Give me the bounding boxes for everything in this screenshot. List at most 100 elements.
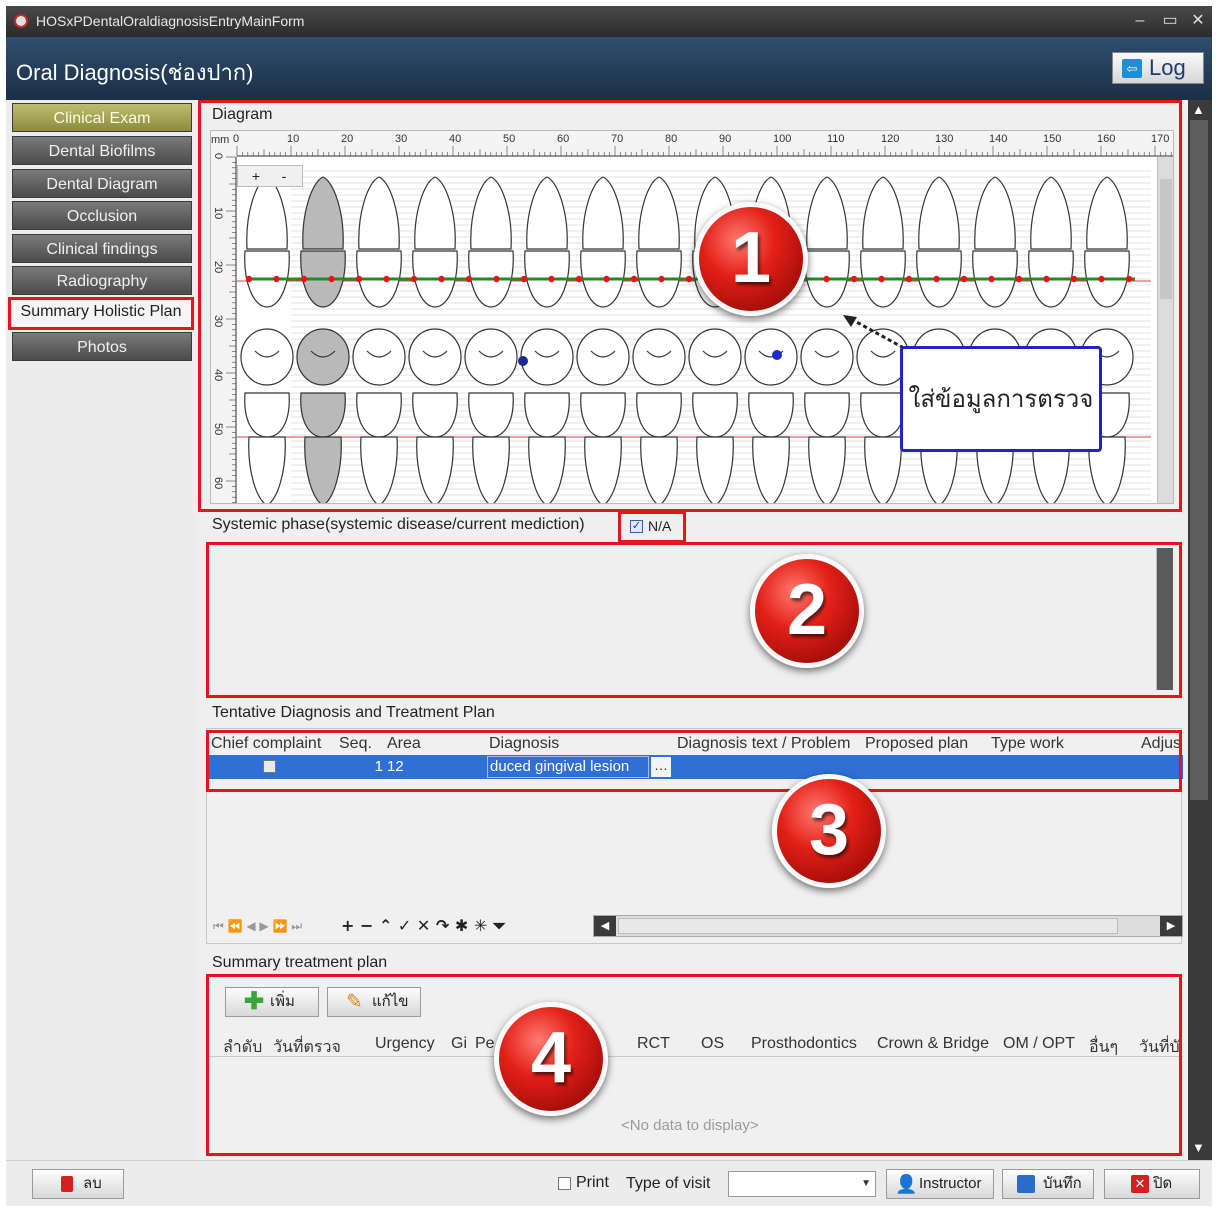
ruler-h-label: 140 [989,133,1007,145]
save-button[interactable]: บันทึก [1002,1169,1094,1199]
sidebar-item-clinical-exam[interactable]: Clinical Exam [12,103,192,132]
summary-highlight-box [206,974,1182,1156]
type-of-visit-label: Type of visit [626,1175,711,1192]
content-panel: Diagram 0 10 20 30 40 50 60 70 80 90 100 110 120 130 1… [198,100,1188,1160]
ruler-v-label: 10 [212,207,224,219]
user-icon: 👤 [895,1174,918,1194]
print-label: Print [576,1174,609,1191]
minimize-icon[interactable]: ‒ [1128,10,1152,32]
logout-icon: ⇦ [1122,59,1142,78]
ruler-unit-label: mm [211,134,230,146]
systemic-textarea[interactable] [212,548,1176,692]
grid-navigator: ⏮ ⏪ ◀ ▶ ⏩ ⏭ + − ⌃ ✓ ✕ ↷ ✱ ✳ ⏷ [207,915,587,937]
close-icon[interactable]: ✕ [1186,10,1210,32]
systemic-scrollbar[interactable] [1156,548,1173,690]
scroll-right-icon[interactable]: ▶ [1160,916,1182,936]
instructor-label: Instructor [919,1175,982,1192]
tentative-hscrollbar[interactable]: ◀ ▶ [593,915,1183,937]
tentative-section-title: Tentative Diagnosis and Treatment Plan [212,704,495,721]
ruler-h-label: 10 [287,133,299,145]
type-of-visit-select[interactable]: ▼ [728,1171,876,1197]
svg-text:+ − ⌃ ✓ ✕ ↷ ✱ ✳ ⏷: + − ⌃ ✓ ✕ ↷ ✱ ✳ ⏷ [341,916,506,935]
scroll-left-icon[interactable]: ◀ [594,916,616,936]
hscroll-thumb[interactable] [618,918,1118,934]
step-badge-4: 4 [494,1002,608,1116]
close-x-icon: ✕ [1131,1175,1149,1193]
step-badge-1: 1 [694,202,808,316]
scroll-down-icon[interactable]: ▼ [1192,1140,1205,1155]
sidebar-item-radiography[interactable]: Radiography [12,266,192,295]
sidebar: Clinical Exam Dental Biofilms Dental Dia… [6,100,196,1160]
sidebar-item-label: Dental Diagram [46,176,158,193]
sidebar-item-label: Photos [77,339,127,356]
footer-bar: ลบ Print Type of visit ▼ 👤 Instructor บั… [6,1160,1212,1206]
title-bar: HOSxPDentalOraldiagnosisEntryMainForm ‒ … [6,6,1212,37]
ruler-v-label: 20 [212,261,224,273]
sidebar-item-label: Clinical findings [46,241,158,258]
app-icon [14,14,28,28]
ruler-h-label: 170 [1151,133,1169,145]
ruler-h-label: 80 [665,133,677,145]
sidebar-item-clinical-findings[interactable]: Clinical findings [12,234,192,263]
na-check-icon: ✓ [630,520,643,533]
print-checkbox[interactable] [558,1177,571,1190]
ruler-h-label: 130 [935,133,953,145]
ruler-h-label: 90 [719,133,731,145]
diagram-scroll-thumb[interactable] [1160,179,1172,299]
maximize-icon[interactable]: ▭ [1158,10,1182,32]
ruler-h-label: 0 [233,133,239,145]
ruler-h-label: 120 [881,133,899,145]
tentative-highlight-box [206,730,1182,792]
form-body: Clinical Exam Dental Biofilms Dental Dia… [6,100,1212,1160]
form-title: Oral Diagnosis(ช่องปาก) [16,60,254,85]
svg-text:⏮ ⏪ ◀ ▶ ⏩ ⏭: ⏮ ⏪ ◀ ▶ ⏩ ⏭ [213,919,302,933]
sidebar-item-occlusion[interactable]: Occlusion [12,201,192,230]
callout-text: ใส่ข้อมูลการตรวจ [908,385,1094,413]
delete-button[interactable]: ลบ [32,1169,124,1199]
sidebar-item-label: Occlusion [66,208,138,225]
step-badge-3: 3 [772,774,886,888]
delete-label: ลบ [83,1175,102,1192]
instructor-button[interactable]: 👤 Instructor [886,1169,994,1199]
save-icon [1017,1175,1035,1193]
ruler-v-label: 50 [212,423,224,435]
ruler-h-label: 30 [395,133,407,145]
sidebar-item-dental-diagram[interactable]: Dental Diagram [12,169,192,198]
close-button[interactable]: ✕ ปิด [1104,1169,1200,1199]
sidebar-item-summary-holistic-plan[interactable]: Summary Holistic Plan [8,297,194,330]
chevron-down-icon[interactable]: ▼ [861,1178,871,1189]
zoom-in-button[interactable]: + [246,168,266,184]
step-badge-2: 2 [750,554,864,668]
zoom-toolbar: + - [237,165,303,187]
window-title: HOSxPDentalOraldiagnosisEntryMainForm [36,13,305,29]
sidebar-item-photos[interactable]: Photos [12,332,192,361]
ruler-h-label: 50 [503,133,515,145]
summary-section-header: Summary treatment plan [206,952,1178,974]
log-button[interactable]: ⇦ Log [1112,52,1204,84]
close-label: ปิด [1153,1175,1173,1192]
ruler-h-label: 20 [341,133,353,145]
grid-navigator-icons[interactable]: ⏮ ⏪ ◀ ▶ ⏩ ⏭ + − ⌃ ✓ ✕ ↷ ✱ ✳ ⏷ [207,915,537,937]
sidebar-item-label: Summary Holistic Plan [20,303,182,320]
systemic-label: Systemic phase(systemic disease/current … [212,516,585,533]
sidebar-item-dental-biofilms[interactable]: Dental Biofilms [12,136,192,165]
ruler-v-label: 40 [212,369,224,381]
ruler-v-label: 0 [212,153,224,159]
ruler-h-label: 160 [1097,133,1115,145]
ruler-h-label: 60 [557,133,569,145]
na-label: N/A [648,518,672,534]
ruler-h-label: 100 [773,133,791,145]
ruler-h-label: 150 [1043,133,1061,145]
diagram-scrollbar[interactable] [1157,157,1173,503]
systemic-section-header: Systemic phase(systemic disease/current … [206,514,1178,536]
scroll-up-icon[interactable]: ▲ [1192,102,1205,117]
log-label: Log [1149,55,1186,80]
trash-icon [61,1176,73,1192]
ruler-h-label: 110 [827,133,845,145]
form-scroll-thumb[interactable] [1190,120,1208,800]
ruler-v-label: 30 [212,315,224,327]
zoom-out-button[interactable]: - [274,168,294,184]
form-header: Oral Diagnosis(ช่องปาก) ⇦ Log [6,37,1212,100]
form-scrollbar[interactable]: ▲ ▼ [1188,100,1212,1160]
sidebar-item-label: Radiography [56,273,148,290]
